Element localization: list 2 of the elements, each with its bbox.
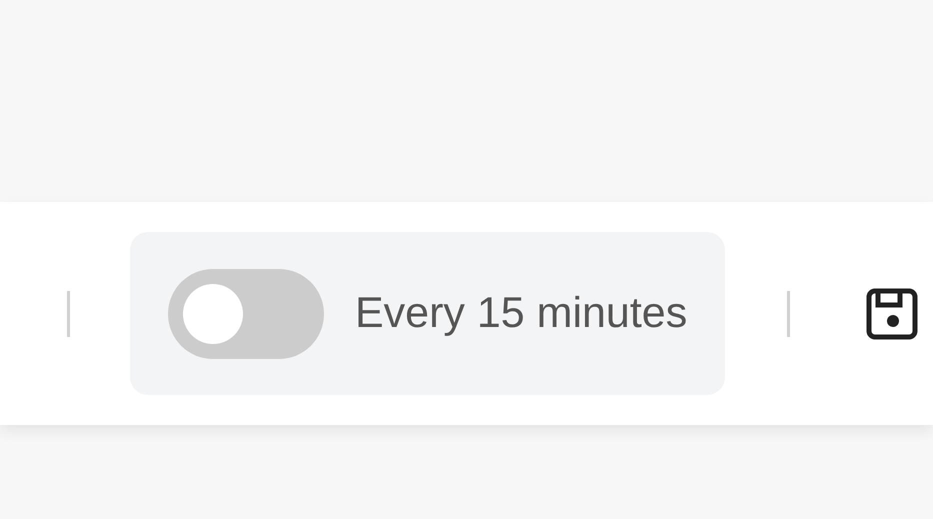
save-icon[interactable]: [866, 288, 918, 340]
schedule-label: Every 15 minutes: [355, 289, 688, 338]
